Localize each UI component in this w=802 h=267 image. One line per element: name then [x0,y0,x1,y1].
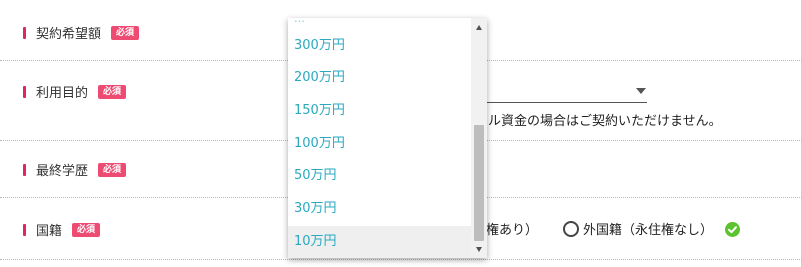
required-badge: 必須 [98,84,127,99]
field-label: 国籍 [36,224,63,239]
chevron-down-icon[interactable] [636,88,646,94]
contract-amount-label: 契約希望額 必須 [23,23,140,42]
purpose-notice: ル資金の場合はご契約いただけません。 [488,114,722,129]
dropdown-option[interactable]: 150万円 [288,95,471,127]
dropdown-options: … 300万円 200万円 150万円 100万円 50万円 30万円 10万円 [288,18,471,258]
required-badge: 必須 [72,222,101,237]
dropdown-option[interactable]: 50万円 [288,160,471,192]
required-badge: 必須 [98,162,127,177]
dropdown-option[interactable]: 200万円 [288,62,471,94]
nationality-label: 国籍 必須 [23,220,101,239]
field-label: 最終学歴 [36,164,89,179]
required-mark-icon [23,85,26,98]
dropdown-scrollbar[interactable] [471,18,487,258]
required-badge: 必須 [111,25,140,40]
scroll-up-icon[interactable] [476,25,482,30]
amount-dropdown-list[interactable]: … 300万円 200万円 150万円 100万円 50万円 30万円 10万円 [288,18,487,258]
nationality-option-foreign-label[interactable]: 外国籍（永住権なし） [583,219,713,238]
dropdown-option-selected[interactable]: 10万円 [288,226,471,258]
required-mark-icon [23,163,26,176]
required-mark-icon [23,26,26,39]
dropdown-option[interactable]: 300万円 [288,30,471,62]
nationality-option-permanent-label[interactable]: 権あり） [486,219,538,238]
scroll-down-icon[interactable] [476,247,482,252]
purpose-select[interactable] [487,102,647,103]
dropdown-option[interactable]: 30万円 [288,193,471,225]
dropdown-option[interactable]: 100万円 [288,128,471,160]
check-icon [725,222,740,237]
education-label: 最終学歴 必須 [23,160,127,179]
field-label: 利用目的 [36,86,89,101]
field-label: 契約希望額 [36,27,102,42]
scrollbar-thumb[interactable] [474,125,484,241]
nationality-radio-foreign[interactable] [563,221,579,237]
purpose-label: 利用目的 必須 [23,82,127,101]
required-mark-icon [23,223,26,236]
row-divider [0,259,802,260]
